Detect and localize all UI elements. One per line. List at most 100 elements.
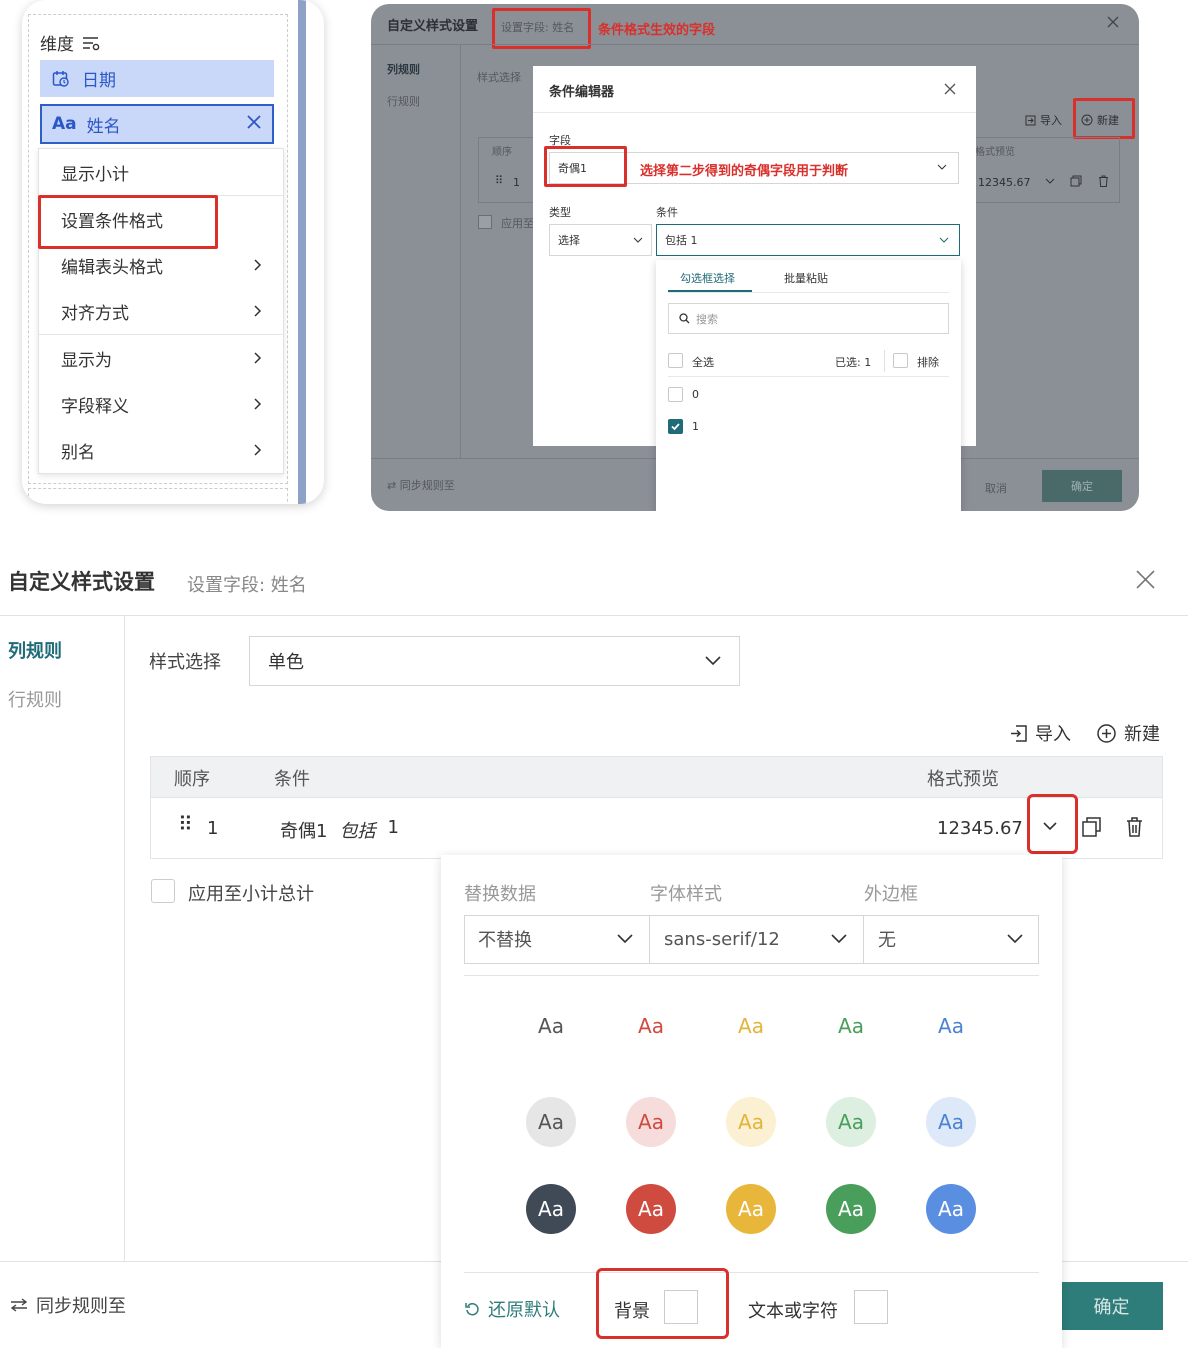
style-sample-text-gray[interactable]: Aa [526, 1014, 576, 1038]
style-sample-text-blue[interactable]: Aa [926, 1014, 976, 1038]
style-select-label: 样式选择 [477, 71, 521, 84]
menu-item-label: 编辑表头格式 [61, 257, 163, 278]
col-order: 顺序 [492, 147, 512, 158]
confirm-button[interactable]: 确定 [1060, 1282, 1163, 1330]
dialog-title: 条件编辑器 [549, 85, 615, 100]
divider [884, 350, 885, 372]
close-icon[interactable] [1107, 16, 1119, 28]
close-icon[interactable] [1136, 570, 1155, 589]
format-popover: 替换数据 字体样式 外边框 不替换 sans-serif/12 无 Aa Aa … [441, 855, 1062, 1348]
menu-item-display-as[interactable]: 显示为 [39, 335, 283, 381]
copy-icon[interactable] [1070, 175, 1082, 187]
divider [0, 615, 1188, 616]
tab-checkbox-select[interactable]: 勾选框选择 [680, 270, 735, 286]
menu-item-alias[interactable]: 别名 [39, 427, 283, 473]
replace-data-select[interactable]: 不替换 [464, 915, 650, 963]
reset-default-button[interactable]: 还原默认 [465, 1296, 560, 1322]
apply-label: 应用至 [501, 217, 534, 230]
drag-handle-icon[interactable]: ⠿ [178, 812, 193, 836]
style-sample-text-green[interactable]: Aa [826, 1014, 876, 1038]
field-chip-name[interactable]: Aa 姓名 [40, 104, 274, 144]
selected-count: 1 [864, 356, 872, 369]
menu-item-alignment[interactable]: 对齐方式 [39, 288, 283, 334]
style-sample-dark-gray[interactable]: Aa [526, 1184, 576, 1234]
font-style-label: 字体样式 [650, 884, 722, 905]
sync-rules-button[interactable]: ⇄ 同步规则至 [387, 477, 455, 493]
style-sample-dark-blue[interactable]: Aa [926, 1184, 976, 1234]
field-chip-date[interactable]: 日期 [40, 60, 274, 97]
import-icon [1025, 115, 1036, 126]
cancel-button[interactable]: 取消 [985, 480, 1007, 496]
page-title: 自定义样式设置 [8, 570, 155, 594]
highlight-box [1027, 794, 1078, 854]
style-sample-light-red[interactable]: Aa [626, 1097, 676, 1147]
new-rule-label: 新建 [1124, 724, 1160, 745]
scrollbar[interactable] [298, 0, 306, 504]
confirm-button[interactable]: 确定 [1042, 470, 1122, 502]
chevron-right-icon [253, 304, 263, 318]
import-button[interactable]: 导入 [1010, 720, 1071, 746]
search-input[interactable]: 搜索 [668, 303, 949, 334]
replace-data-label: 替换数据 [464, 884, 536, 905]
close-icon[interactable] [246, 114, 262, 130]
copy-icon[interactable] [1082, 817, 1102, 837]
option-checkbox-0[interactable] [668, 387, 683, 402]
import-label: 导入 [1035, 724, 1071, 745]
import-icon [1010, 724, 1027, 742]
highlight-box [38, 195, 218, 249]
tab-column-rules[interactable]: 列规则 [8, 637, 62, 663]
tab-bulk-paste[interactable]: 批量粘贴 [784, 270, 828, 286]
import-button[interactable]: 导入 [1025, 112, 1062, 128]
divider [668, 292, 949, 293]
style-sample-light-gray[interactable]: Aa [526, 1097, 576, 1147]
row-drag-handle-icon[interactable]: ⠿ [495, 174, 503, 187]
menu-item-field-definition[interactable]: 字段释义 [39, 381, 283, 427]
swap-icon [10, 1298, 28, 1312]
delete-icon[interactable] [1098, 175, 1109, 187]
select-all-checkbox[interactable] [668, 353, 683, 368]
style-sample-light-green[interactable]: Aa [826, 1097, 876, 1147]
style-sample-dark-green[interactable]: Aa [826, 1184, 876, 1234]
option-checkbox-1[interactable] [668, 419, 683, 434]
col-preview: 格式预览 [975, 147, 1015, 158]
divider [460, 44, 461, 458]
tab-column-rules[interactable]: 列规则 [387, 61, 420, 77]
style-sample-text-red[interactable]: Aa [626, 1014, 676, 1038]
sort-list-icon[interactable] [82, 35, 100, 51]
style-select[interactable]: 单色 [249, 636, 740, 686]
chevron-down-icon[interactable] [1045, 178, 1055, 185]
text-type-icon: Aa [52, 114, 77, 134]
new-rule-button[interactable]: 新建 [1097, 720, 1160, 746]
delete-icon[interactable] [1126, 817, 1143, 837]
type-label: 类型 [549, 206, 571, 219]
calendar-clock-icon [52, 70, 70, 88]
style-sample-dark-yellow[interactable]: Aa [726, 1184, 776, 1234]
divider [124, 615, 125, 1261]
style-sample-light-yellow[interactable]: Aa [726, 1097, 776, 1147]
font-style-select[interactable]: sans-serif/12 [650, 915, 864, 963]
sync-rules-button[interactable]: 同步规则至 [10, 1292, 126, 1318]
border-select[interactable]: 无 [864, 915, 1039, 963]
style-settings-panel: 自定义样式设置 设置字段: 姓名 列规则 行规则 样式选择 单色 导入 新建 顺… [0, 548, 1188, 1348]
border-label: 外边框 [864, 884, 918, 905]
style-sample-dark-red[interactable]: Aa [626, 1184, 676, 1234]
tab-row-rules[interactable]: 行规则 [8, 686, 62, 712]
exclude-checkbox[interactable] [893, 353, 908, 368]
condition-select[interactable]: 包括 1 [656, 224, 960, 256]
col-order: 顺序 [174, 769, 210, 790]
field-tag: 设置字段: 姓名 [187, 575, 307, 596]
style-sample-text-yellow[interactable]: Aa [726, 1014, 776, 1038]
menu-item-label: 对齐方式 [61, 303, 129, 324]
tab-row-rules[interactable]: 行规则 [387, 93, 420, 109]
apply-subtotal-checkbox[interactable] [151, 879, 175, 903]
style-sample-light-blue[interactable]: Aa [926, 1097, 976, 1147]
next-drop-zone [28, 488, 288, 504]
text-color-swatch[interactable] [854, 1290, 888, 1324]
chevron-down-icon [937, 164, 947, 171]
type-select[interactable]: 选择 [549, 224, 652, 256]
plus-circle-icon [1097, 723, 1116, 743]
close-icon[interactable] [944, 83, 956, 95]
apply-checkbox[interactable] [478, 215, 492, 229]
condition-label: 条件 [656, 206, 678, 219]
menu-item-show-subtotal[interactable]: 显示小计 [39, 149, 283, 195]
